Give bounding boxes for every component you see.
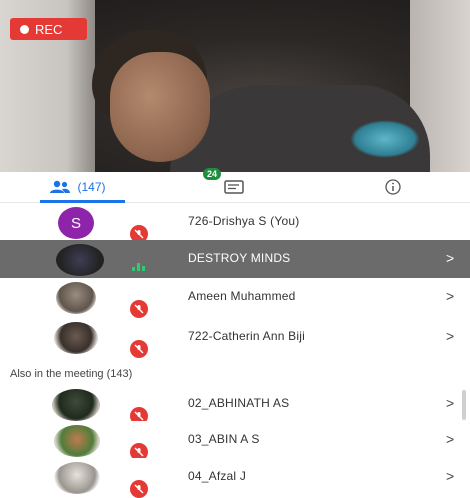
participant-row[interactable]: 02_ABHINATH AS > (0, 385, 470, 425)
avatar: S (58, 207, 94, 239)
chevron-right-icon[interactable]: > (446, 288, 454, 304)
chevron-right-icon[interactable]: > (446, 431, 454, 447)
people-count: (147) (77, 180, 106, 194)
avatar (56, 282, 96, 314)
people-icon (50, 180, 71, 193)
participant-name: DESTROY MINDS (188, 251, 291, 265)
chevron-right-icon[interactable]: > (446, 395, 454, 411)
tab-info[interactable] (315, 172, 470, 202)
avatar (54, 322, 98, 354)
participant-name: 04_Afzal J (188, 469, 247, 483)
scrollbar[interactable] (462, 390, 466, 420)
mic-off-icon (130, 480, 148, 498)
video-person-face (110, 52, 210, 162)
participant-name: 722-Catherin Ann Biji (188, 329, 305, 343)
participant-row[interactable]: 722-Catherin Ann Biji > (0, 318, 470, 358)
avatar (54, 462, 100, 494)
mic-off-icon (130, 300, 148, 318)
participant-row[interactable]: 04_Afzal J > (0, 458, 470, 498)
chevron-right-icon[interactable]: > (446, 250, 454, 266)
mic-off-icon (130, 340, 148, 358)
chat-icon (224, 180, 244, 194)
participant-name: 02_ABHINATH AS (188, 396, 290, 410)
participant-name: Ameen Muhammed (188, 289, 296, 303)
info-icon (384, 179, 401, 195)
participant-name: 726-Drishya S (You) (188, 214, 300, 228)
main-video-feed[interactable]: REC (0, 0, 470, 172)
avatar (54, 425, 100, 457)
shirt-logo (350, 120, 420, 158)
participant-row[interactable]: Ameen Muhammed > (0, 278, 470, 318)
participant-row[interactable]: DESTROY MINDS > (0, 240, 470, 280)
tab-chat[interactable]: 24 (155, 168, 315, 202)
recording-label: REC (35, 21, 63, 37)
chevron-right-icon[interactable]: > (446, 468, 454, 484)
recording-badge: REC (10, 18, 87, 40)
chevron-right-icon[interactable]: > (446, 328, 454, 344)
speaking-indicator-icon (132, 263, 145, 271)
tab-people[interactable]: (147) (0, 172, 155, 203)
chat-unread-badge: 24 (203, 168, 222, 180)
avatar-letter: S (70, 214, 81, 232)
panel-tabs: (147) 24 (0, 168, 470, 203)
also-in-meeting-label: Also in the meeting (143) (10, 368, 133, 380)
participant-name: 03_ABIN A S (188, 432, 260, 446)
avatar (52, 389, 100, 421)
participant-row-self[interactable]: S 726-Drishya S (You) (0, 203, 470, 243)
participant-row[interactable]: 03_ABIN A S > (0, 421, 470, 461)
record-dot-icon (20, 24, 29, 34)
avatar (56, 244, 104, 276)
